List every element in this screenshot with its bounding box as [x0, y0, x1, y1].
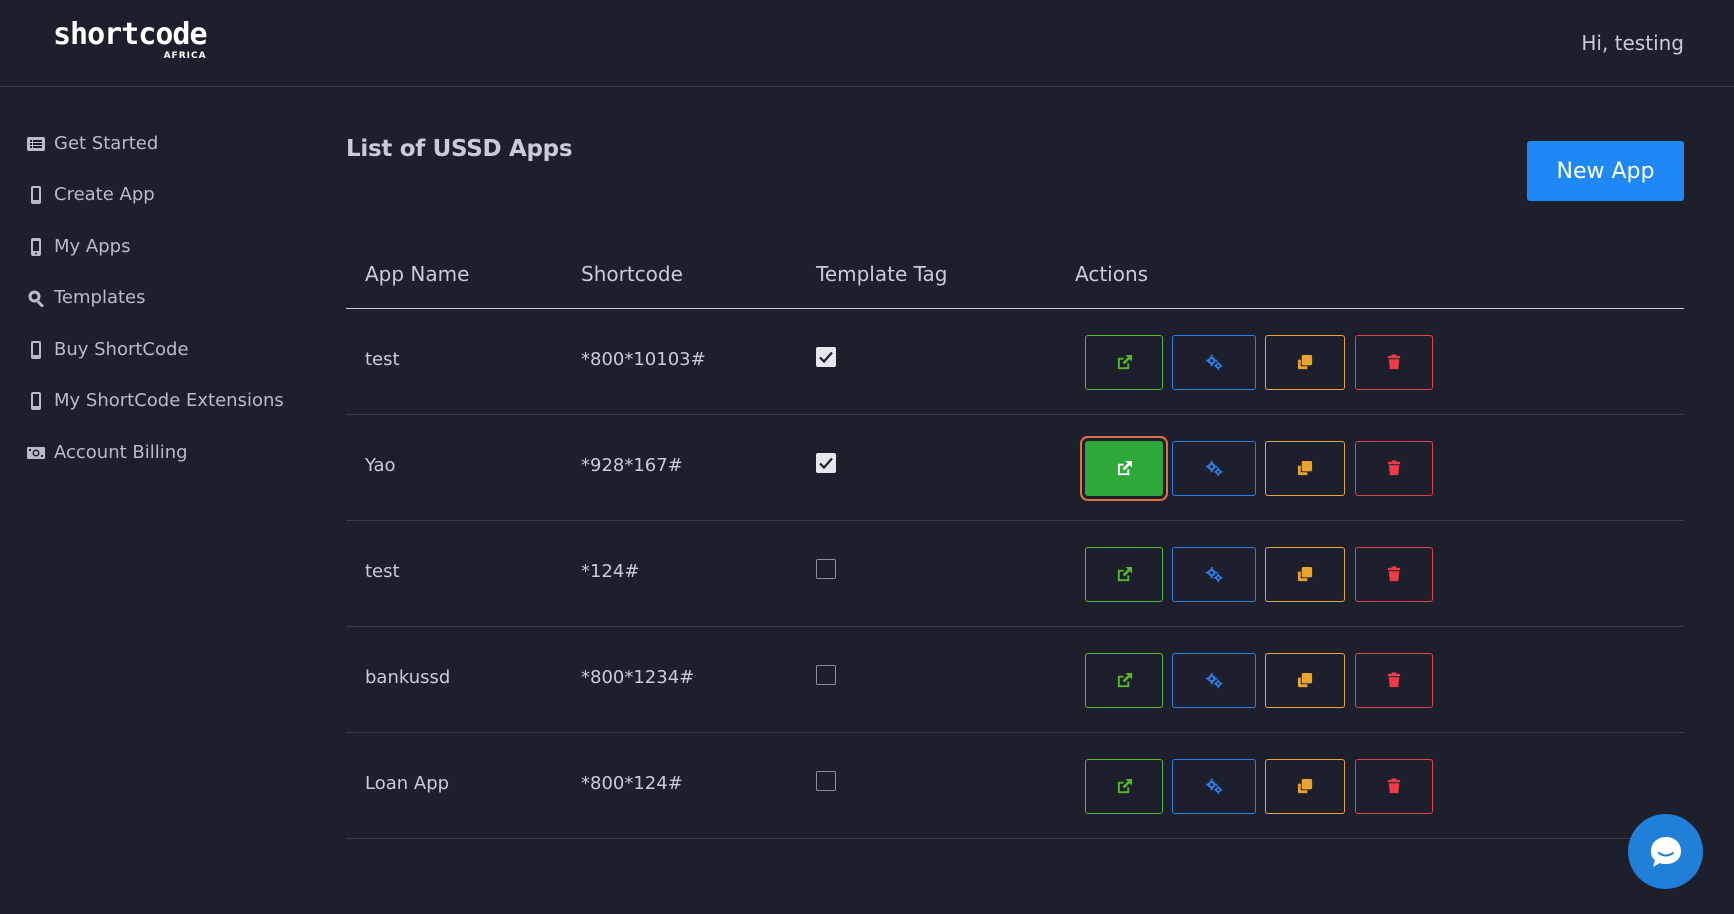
mobile-icon [31, 340, 41, 359]
sidebar-item-label: Create App [54, 184, 155, 205]
shortcode-cell: *800*124# [581, 773, 683, 794]
external-link-icon [1117, 672, 1132, 688]
cogs-icon [1205, 460, 1223, 477]
mobile-icon [31, 391, 41, 410]
sidebar-item-label: Templates [54, 287, 146, 308]
app-settings-button[interactable] [1172, 759, 1256, 814]
cogs-icon [1205, 354, 1223, 371]
table-row: test *124# [346, 521, 1684, 627]
app-name-cell: test [365, 561, 400, 582]
template-tag-checkbox[interactable] [816, 665, 836, 685]
delete-app-button[interactable] [1355, 441, 1433, 496]
table-row: test *800*10103# [346, 309, 1684, 415]
duplicate-app-button[interactable] [1265, 759, 1345, 814]
brand-name: shortcode [53, 17, 208, 52]
trash-icon [1387, 460, 1400, 476]
trash-icon [1387, 778, 1400, 794]
cogs-icon [1205, 672, 1223, 689]
table-body: test *800*10103# Yao *928*167# test *124# bank… [346, 309, 1684, 839]
shortcode-cell: *800*10103# [581, 349, 706, 370]
app-settings-button[interactable] [1172, 547, 1256, 602]
open-app-button[interactable] [1085, 441, 1163, 496]
app-settings-button[interactable] [1172, 653, 1256, 708]
open-app-button[interactable] [1085, 653, 1163, 708]
list-icon [27, 136, 45, 151]
app-name-cell: Loan App [365, 773, 450, 794]
delete-app-button[interactable] [1355, 759, 1433, 814]
sidebar-item-label: My Apps [54, 236, 131, 257]
column-header-shortcode: Shortcode [581, 262, 683, 286]
table-row: bankussd *800*1234# [346, 627, 1684, 733]
trash-icon [1387, 672, 1400, 688]
external-link-icon [1117, 778, 1132, 794]
template-tag-checkbox[interactable] [816, 771, 836, 791]
sidebar-item-buy-shortcode[interactable]: Buy ShortCode [27, 339, 189, 360]
column-header-actions: Actions [1075, 262, 1149, 286]
column-header-app-name: App Name [365, 262, 470, 286]
template-tag-checkbox[interactable] [816, 347, 836, 367]
copy-icon [1297, 354, 1312, 370]
delete-app-button[interactable] [1355, 653, 1433, 708]
template-tag-checkbox[interactable] [816, 453, 836, 473]
open-app-button[interactable] [1085, 335, 1163, 390]
app-settings-button[interactable] [1172, 441, 1256, 496]
external-link-icon [1117, 460, 1132, 476]
sidebar-item-extensions[interactable]: My ShortCode Extensions [27, 390, 284, 411]
delete-app-button[interactable] [1355, 547, 1433, 602]
app-name-cell: bankussd [365, 667, 451, 688]
external-link-icon [1117, 354, 1132, 370]
sidebar-item-label: Buy ShortCode [54, 339, 189, 360]
sidebar-item-label: Get Started [54, 133, 159, 154]
new-app-button[interactable]: New App [1527, 141, 1684, 201]
money-bill-icon [27, 446, 45, 459]
open-app-button[interactable] [1085, 547, 1163, 602]
table-header: App Name Shortcode Template Tag Actions [346, 250, 1684, 309]
cogs-icon [1205, 566, 1223, 583]
external-link-icon [1117, 566, 1132, 582]
column-header-template-tag: Template Tag [816, 262, 948, 286]
duplicate-app-button[interactable] [1265, 547, 1345, 602]
checkmark-icon [819, 457, 833, 470]
copy-icon [1297, 460, 1312, 476]
template-tag-checkbox[interactable] [816, 559, 836, 579]
shortcode-cell: *928*167# [581, 455, 683, 476]
brand-sub: AFRICA [163, 51, 207, 61]
user-greeting[interactable]: Hi, testing [1581, 31, 1684, 55]
search-icon [28, 290, 44, 307]
sidebar-item-my-apps[interactable]: My Apps [27, 236, 130, 257]
apps-table: App Name Shortcode Template Tag Actions … [346, 250, 1684, 839]
chat-widget-button[interactable] [1628, 814, 1703, 889]
sidebar-item-templates[interactable]: Templates [27, 287, 146, 308]
sidebar-item-label: My ShortCode Extensions [54, 390, 284, 411]
page-title: List of USSD Apps [346, 136, 573, 162]
app-settings-button[interactable] [1172, 335, 1256, 390]
table-row: Loan App *800*124# [346, 733, 1684, 839]
app-name-cell: Yao [365, 455, 396, 476]
trash-icon [1387, 566, 1400, 582]
table-row: Yao *928*167# [346, 415, 1684, 521]
open-app-button[interactable] [1085, 759, 1163, 814]
mobile-alt-icon [31, 237, 41, 256]
checkmark-icon [819, 351, 833, 364]
mobile-icon [31, 185, 41, 204]
shortcode-cell: *124# [581, 561, 640, 582]
sidebar-item-create-app[interactable]: Create App [27, 184, 155, 205]
duplicate-app-button[interactable] [1265, 335, 1345, 390]
trash-icon [1387, 354, 1400, 370]
chat-icon [1650, 836, 1681, 867]
copy-icon [1297, 566, 1312, 582]
shortcode-cell: *800*1234# [581, 667, 695, 688]
cogs-icon [1205, 778, 1223, 795]
sidebar-item-get-started[interactable]: Get Started [27, 133, 158, 154]
copy-icon [1297, 672, 1312, 688]
sidebar-item-label: Account Billing [54, 442, 188, 463]
copy-icon [1297, 778, 1312, 794]
app-name-cell: test [365, 349, 400, 370]
sidebar-item-account-billing[interactable]: Account Billing [27, 442, 188, 463]
duplicate-app-button[interactable] [1265, 653, 1345, 708]
duplicate-app-button[interactable] [1265, 441, 1345, 496]
delete-app-button[interactable] [1355, 335, 1433, 390]
brand-logo[interactable]: shortcode AFRICA [53, 17, 208, 62]
top-bar: shortcode AFRICA Hi, testing [0, 0, 1734, 87]
